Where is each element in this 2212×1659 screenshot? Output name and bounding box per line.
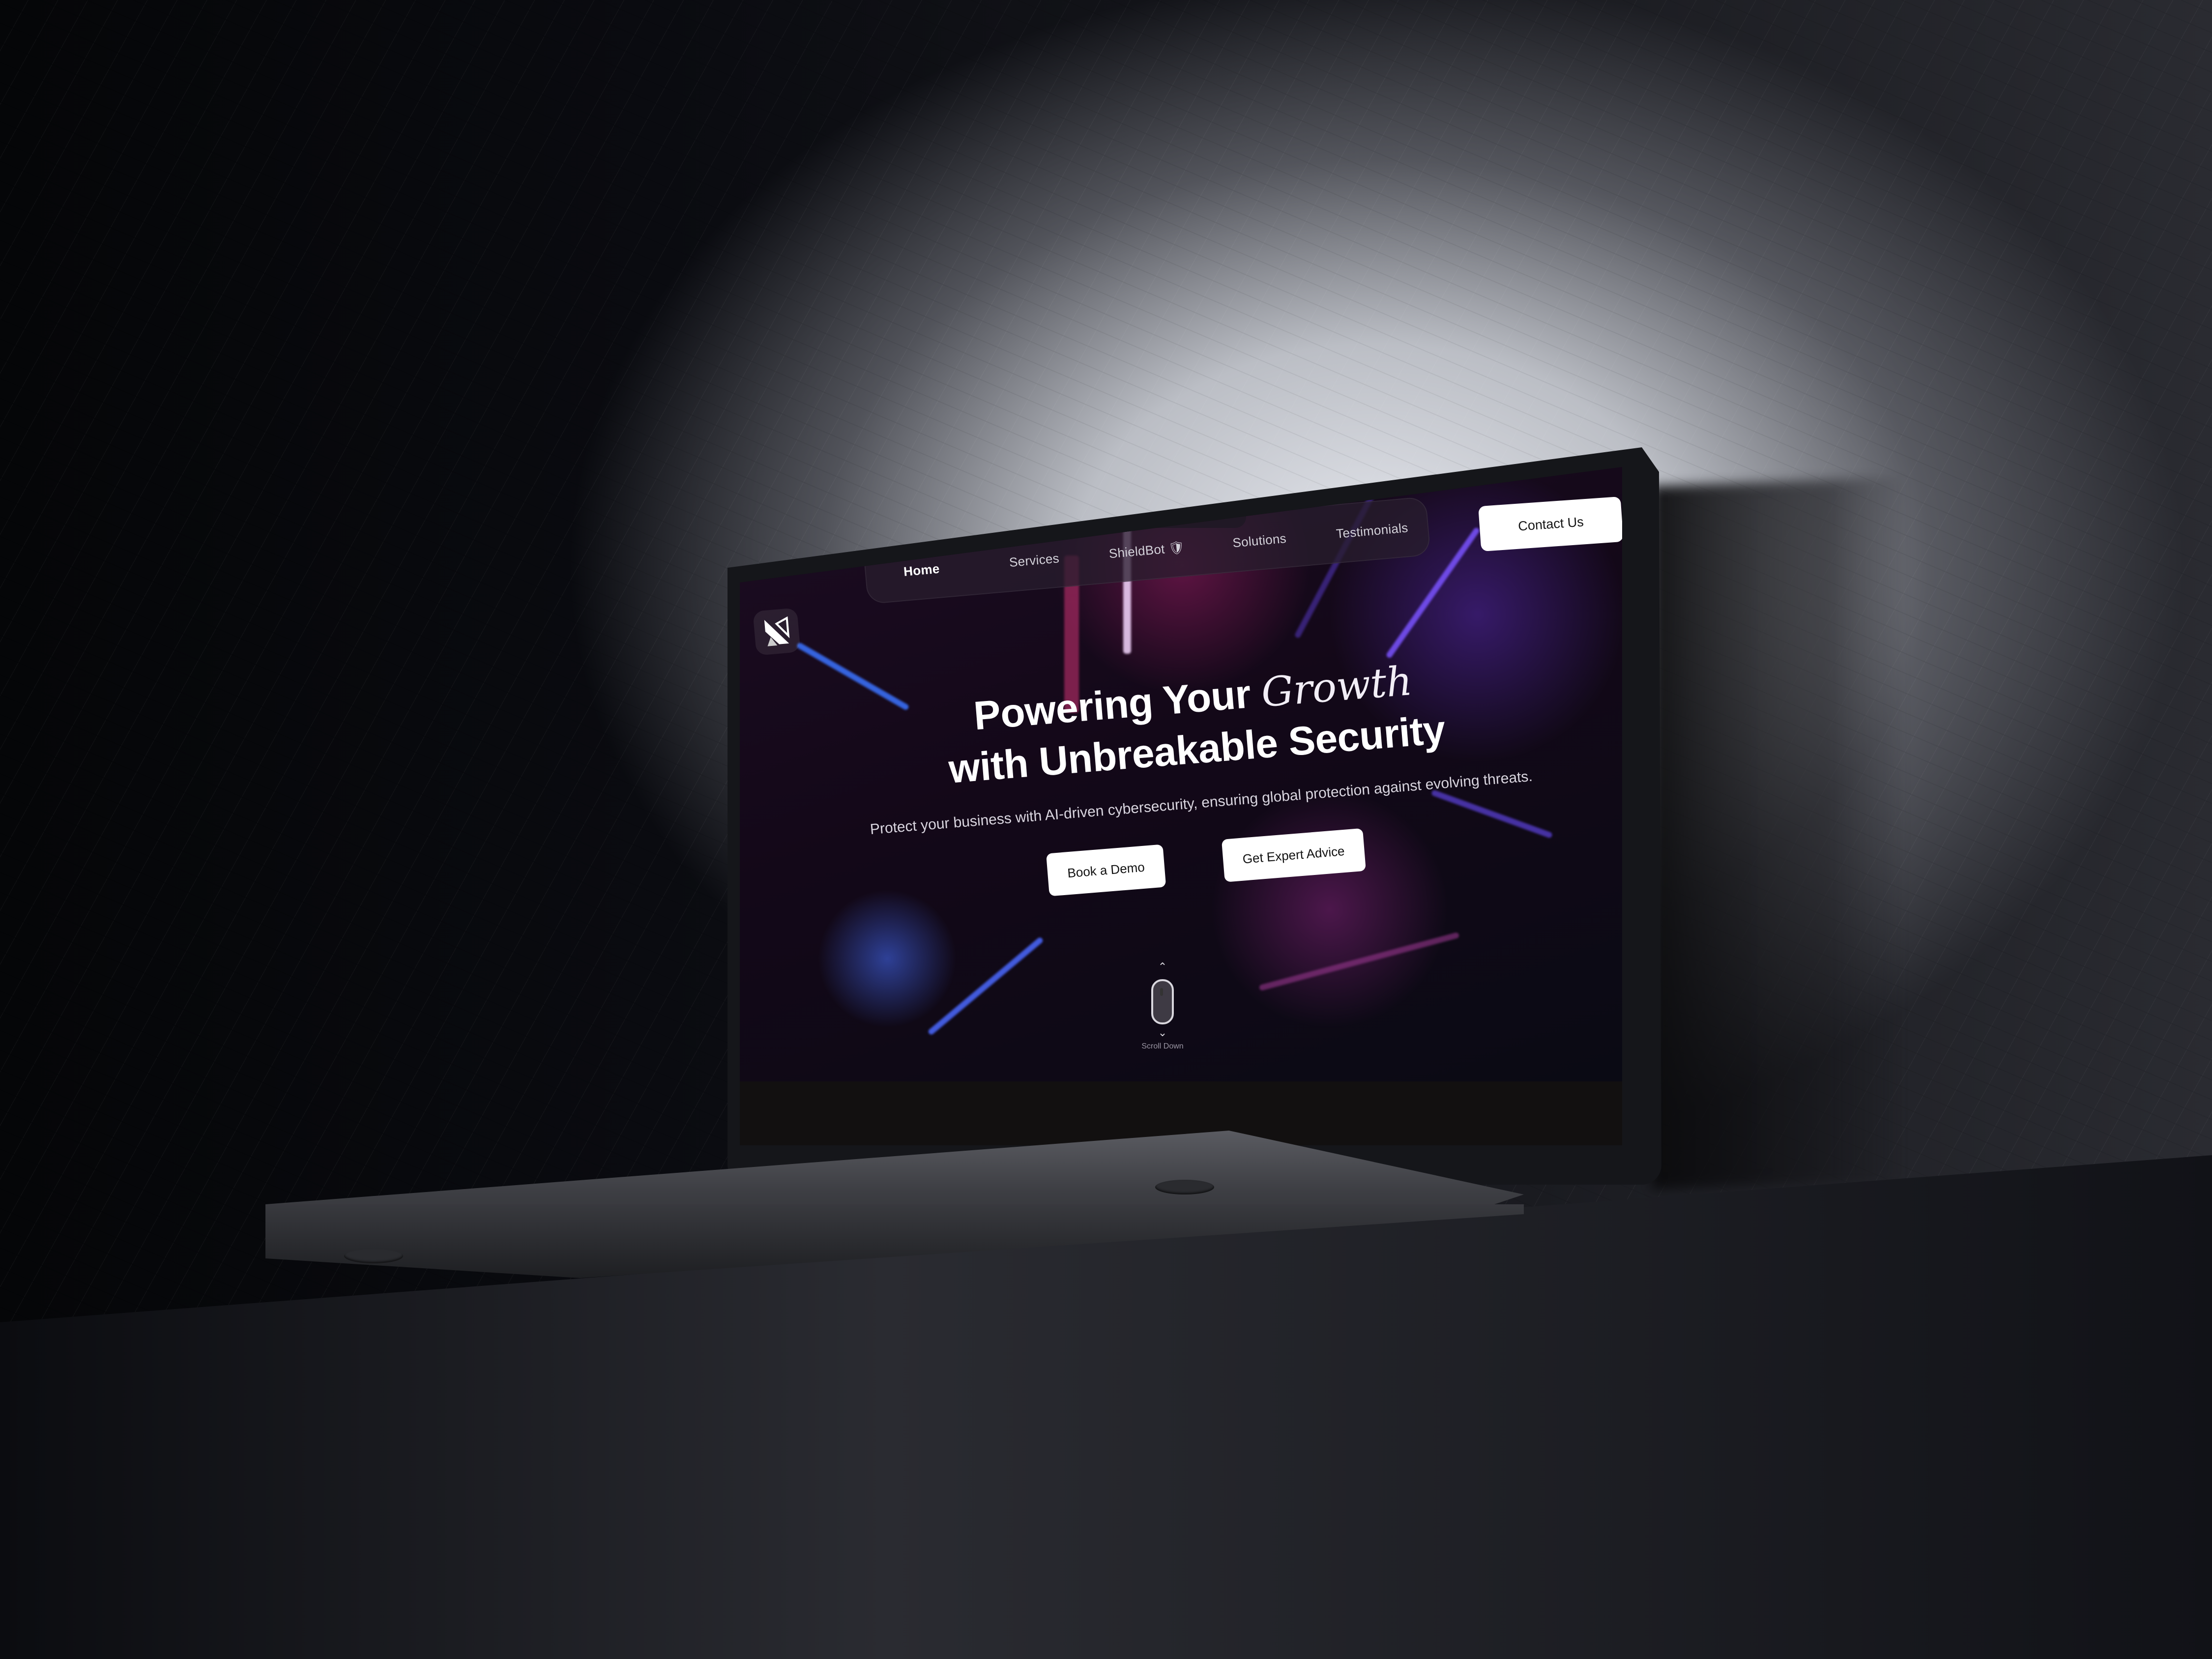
laptop-foot <box>1155 1180 1214 1194</box>
hero-content: Powering Your Growth with Unbreakable Se… <box>823 644 1575 913</box>
scroll-down-label: Scroll Down <box>1141 1042 1184 1050</box>
light-streak <box>1258 931 1460 991</box>
brand-logo[interactable] <box>753 608 801 656</box>
hero-title-script-word: Growth <box>1259 657 1414 717</box>
nav-item-shieldbot[interactable]: ShieldBot 🛡 <box>1090 538 1204 563</box>
scroll-down-indicator[interactable]: ⌃ ⌄ Scroll Down <box>1133 960 1192 1051</box>
expert-advice-button[interactable]: Get Expert Advice <box>1221 828 1366 882</box>
brand-logo-icon <box>764 616 790 646</box>
nav-item-solutions[interactable]: Solutions <box>1202 528 1316 553</box>
contact-us-button[interactable]: Contact Us <box>1478 496 1622 552</box>
chevron-down-icon: ⌄ <box>1158 1026 1167 1039</box>
laptop-foot <box>344 1249 403 1263</box>
mockup-scene: Home Services ShieldBot 🛡 Solutions Test… <box>0 0 2212 1659</box>
nav-item-services[interactable]: Services <box>977 548 1091 573</box>
book-demo-button[interactable]: Book a Demo <box>1046 844 1166 897</box>
chevron-up-icon: ⌃ <box>1158 960 1167 973</box>
laptop-screen: Home Services ShieldBot 🛡 Solutions Test… <box>740 467 1622 1145</box>
laptop-shadow <box>1652 477 1907 1190</box>
light-streak <box>927 936 1044 1036</box>
mouse-scroll-icon <box>1151 979 1174 1024</box>
nav-item-testimonials[interactable]: Testimonials <box>1315 518 1429 543</box>
